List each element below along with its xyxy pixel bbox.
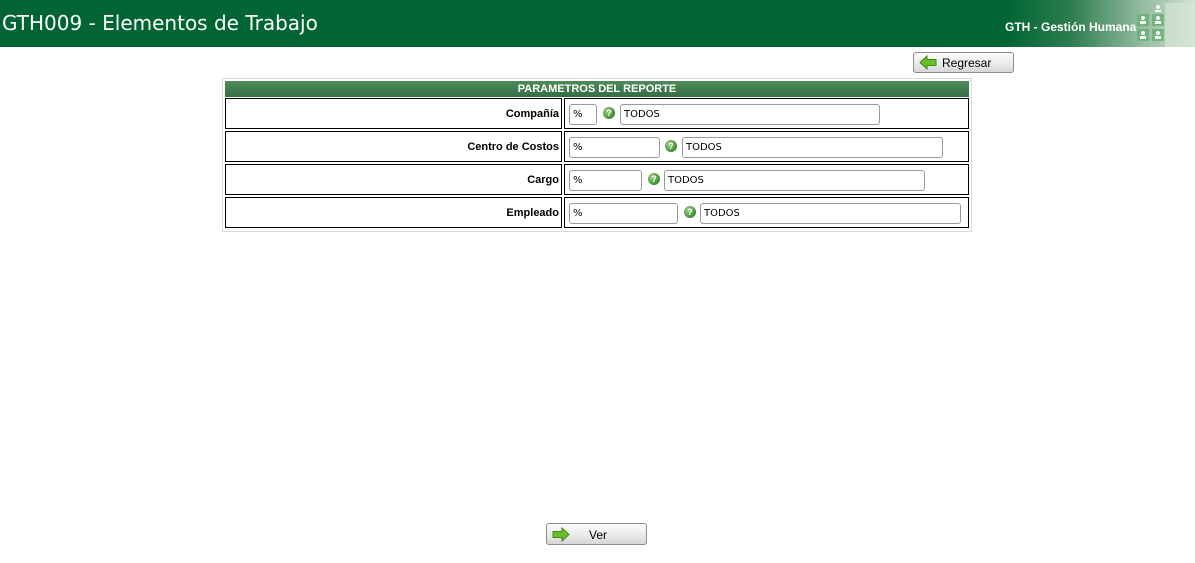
param-row-centro-costos: Centro de Costos ? bbox=[225, 131, 969, 162]
view-button-label: Ver bbox=[589, 528, 608, 542]
employee-desc-input[interactable] bbox=[700, 203, 961, 224]
position-desc-input[interactable] bbox=[664, 170, 925, 191]
cost-center-desc-input[interactable] bbox=[682, 137, 943, 158]
green-arrow-left-icon bbox=[919, 55, 937, 70]
help-icon[interactable]: ? bbox=[684, 206, 696, 218]
back-button-label: Regresar bbox=[942, 56, 992, 70]
param-inputs: ? bbox=[564, 197, 969, 228]
help-icon[interactable]: ? bbox=[648, 173, 660, 185]
company-desc-input[interactable] bbox=[620, 104, 880, 125]
param-row-cargo: Cargo ? bbox=[225, 164, 969, 195]
people-icon-grid bbox=[1137, 5, 1164, 41]
param-inputs: ? bbox=[564, 164, 969, 195]
company-code-input[interactable] bbox=[569, 104, 597, 125]
help-icon[interactable]: ? bbox=[665, 140, 677, 152]
panel-title: PARAMETROS DEL REPORTE bbox=[225, 81, 969, 97]
back-button[interactable]: Regresar bbox=[913, 52, 1014, 73]
param-row-compania: Compañía ? bbox=[225, 98, 969, 129]
module-name: GTH - Gestión Humana bbox=[1005, 20, 1137, 34]
param-label: Cargo bbox=[225, 164, 562, 195]
view-button[interactable]: Ver bbox=[546, 523, 647, 545]
report-parameters-panel: PARAMETROS DEL REPORTE Compañía ? Centro… bbox=[222, 78, 972, 232]
app-header: GTH009 - Elementos de Trabajo GTH - Gest… bbox=[0, 0, 1195, 47]
employee-code-input[interactable] bbox=[569, 203, 678, 224]
param-row-empleado: Empleado ? bbox=[225, 197, 969, 228]
param-label: Centro de Costos bbox=[225, 131, 562, 162]
param-inputs: ? bbox=[564, 131, 969, 162]
module-banner: GTH - Gestión Humana bbox=[1005, 0, 1195, 47]
banner-decoration bbox=[1165, 3, 1195, 47]
param-label: Compañía bbox=[225, 98, 562, 129]
page-title: GTH009 - Elementos de Trabajo bbox=[2, 11, 318, 35]
param-inputs: ? bbox=[564, 98, 969, 129]
green-arrow-right-icon bbox=[552, 527, 570, 542]
param-label: Empleado bbox=[225, 197, 562, 228]
position-code-input[interactable] bbox=[569, 170, 642, 191]
cost-center-code-input[interactable] bbox=[569, 137, 660, 158]
help-icon[interactable]: ? bbox=[603, 107, 615, 119]
